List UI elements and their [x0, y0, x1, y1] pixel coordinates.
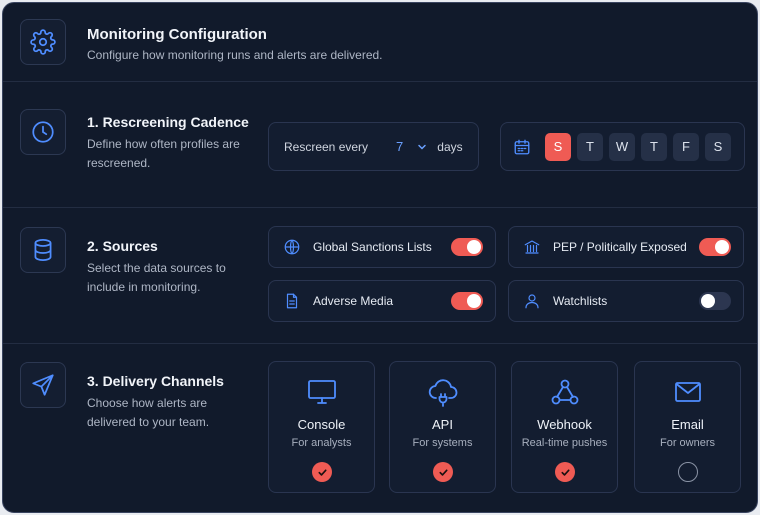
toggle-switch[interactable]: [699, 292, 731, 310]
day-toggle[interactable]: T: [577, 132, 603, 161]
source-item-adverse-media[interactable]: Adverse Media: [268, 280, 496, 322]
channel-checkbox[interactable]: [312, 462, 332, 482]
source-item-pep[interactable]: PEP / Politically Exposed: [508, 226, 744, 268]
day-toggle[interactable]: T: [641, 132, 667, 161]
channel-label: API: [432, 417, 453, 432]
toggle-switch[interactable]: [451, 292, 483, 310]
building-icon: [524, 240, 540, 254]
channel-checkbox[interactable]: [555, 462, 575, 482]
channel-card-api[interactable]: API For systems: [389, 361, 496, 493]
weekday-picker: S T W T F S: [500, 122, 745, 171]
check-icon: [317, 468, 327, 476]
cadence-desc-line2: rescreened.: [87, 156, 151, 170]
day-toggle[interactable]: S: [545, 132, 571, 161]
cloud-plug-icon: [428, 379, 458, 407]
channel-checkbox[interactable]: [678, 462, 698, 482]
channel-checkbox[interactable]: [433, 462, 453, 482]
monitoring-config-panel: Monitoring Configuration Configure how m…: [2, 2, 758, 513]
mail-icon: [675, 382, 701, 402]
rescreen-interval-field[interactable]: Rescreen every 7 days: [268, 122, 479, 171]
sources-desc-line2: include in monitoring.: [87, 280, 201, 294]
rescreen-value[interactable]: 7: [396, 139, 403, 154]
channel-sub: For analysts: [291, 437, 352, 449]
channel-sub: For owners: [659, 437, 716, 449]
check-icon: [560, 468, 570, 476]
source-label: Watchlists: [553, 294, 608, 308]
cadence-title: 1. Rescreening Cadence: [87, 114, 249, 130]
day-toggle[interactable]: F: [673, 132, 699, 161]
check-icon: [438, 468, 448, 476]
day-toggle[interactable]: W: [609, 132, 635, 161]
channel-label: Webhook: [537, 417, 592, 432]
divider: [3, 81, 757, 82]
source-label: PEP / Politically Exposed: [553, 240, 687, 254]
divider: [3, 343, 757, 344]
calendar-icon: [514, 139, 530, 154]
database-icon: [34, 239, 52, 261]
sources-icon-box: [20, 227, 66, 273]
channel-label: Console: [297, 417, 346, 432]
channel-sub: For systems: [412, 437, 473, 449]
channel-card-webhook[interactable]: Webhook Real-time pushes: [511, 361, 618, 493]
globe-icon: [284, 239, 300, 255]
monitor-icon: [308, 380, 336, 404]
toggle-switch[interactable]: [699, 238, 731, 256]
rescreen-label: Rescreen every: [284, 139, 369, 154]
channel-sub: Real-time pushes: [521, 437, 608, 449]
channel-card-email[interactable]: Email For owners: [634, 361, 741, 493]
source-label: Adverse Media: [313, 294, 394, 308]
sources-desc-line1: Select the data sources to: [87, 261, 226, 275]
delivery-icon-box: [20, 362, 66, 408]
source-item-global-sanctions[interactable]: Global Sanctions Lists: [268, 226, 496, 268]
header-icon-box: [20, 19, 66, 65]
chevron-down-icon[interactable]: [417, 142, 427, 152]
channel-card-console[interactable]: Console For analysts: [268, 361, 375, 493]
channel-label: Email: [671, 417, 704, 432]
source-item-watchlists[interactable]: Watchlists: [508, 280, 744, 322]
source-label: Global Sanctions Lists: [313, 240, 432, 254]
delivery-desc-line1: Choose how alerts are: [87, 396, 208, 410]
delivery-title: 3. Delivery Channels: [87, 373, 224, 389]
user-icon: [525, 294, 539, 309]
sources-title: 2. Sources: [87, 238, 158, 254]
gear-icon: [30, 29, 56, 55]
page-subtitle: Configure how monitoring runs and alerts…: [87, 48, 383, 62]
send-icon: [32, 374, 54, 396]
divider: [3, 207, 757, 208]
clock-icon: [32, 121, 54, 143]
cadence-icon-box: [20, 109, 66, 155]
document-icon: [286, 293, 298, 309]
day-toggle[interactable]: S: [705, 132, 731, 161]
delivery-desc-line2: delivered to your team.: [87, 415, 210, 429]
rescreen-unit: days: [437, 139, 463, 154]
toggle-switch[interactable]: [451, 238, 483, 256]
webhook-icon: [551, 379, 579, 405]
page-title: Monitoring Configuration: [87, 26, 267, 43]
cadence-desc-line1: Define how often profiles are: [87, 137, 240, 151]
